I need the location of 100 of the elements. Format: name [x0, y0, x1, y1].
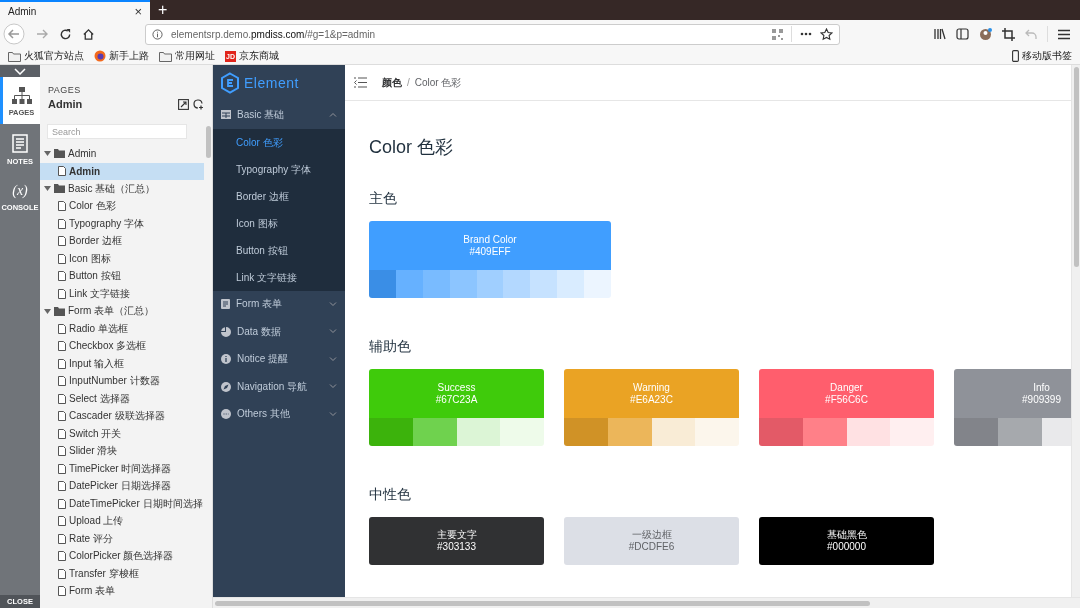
tree-item[interactable]: Transfer 穿梭框 — [40, 565, 204, 583]
page-icon — [58, 568, 66, 579]
crop-icon[interactable] — [1002, 27, 1015, 41]
menu-item[interactable]: Button 按钮 — [213, 236, 345, 264]
color-sample: 一级边框 #DCDFE6 — [564, 517, 739, 565]
scrollbar-thumb[interactable] — [205, 126, 211, 158]
menu-group[interactable]: Data 数据 — [213, 318, 345, 346]
color-sample: Warning #E6A23C — [564, 369, 739, 418]
compass-icon — [221, 381, 231, 392]
hexagon-logo-icon — [220, 72, 240, 94]
tree-item[interactable]: Cascader 级联选择器 — [40, 407, 204, 425]
tree-item[interactable]: Switch 开关 — [40, 425, 204, 443]
menu-icon[interactable] — [1058, 28, 1070, 40]
tree-item[interactable]: Button 按钮 — [40, 267, 204, 285]
tab-title: Admin — [8, 5, 38, 17]
sidebar-icon[interactable] — [956, 28, 969, 40]
tree-item[interactable]: InputNumber 计数器 — [40, 372, 204, 390]
menu-group[interactable]: Form 表单 — [213, 290, 345, 318]
page-icon — [58, 463, 66, 474]
search-field[interactable]: Search — [47, 124, 187, 139]
menu-item[interactable]: Icon 图标 — [213, 209, 345, 237]
menu-fold-icon[interactable] — [354, 77, 367, 88]
address-bar[interactable]: elementsrp.demo.pmdiss.com/#g=1&p=admin — [145, 23, 840, 45]
page-icon — [58, 358, 66, 369]
menu-item[interactable]: Border 边框 — [213, 182, 345, 210]
page-icon — [58, 586, 66, 597]
page-icon — [58, 323, 66, 334]
menu-item[interactable]: Typography 字体 — [213, 155, 345, 183]
tree-item[interactable]: Border 边框 — [40, 232, 204, 250]
tree-item[interactable]: TimePicker 时间选择器 — [40, 460, 204, 478]
menu-group[interactable]: Notice 提醒 — [213, 345, 345, 373]
tree-item[interactable]: Icon 图标 — [40, 250, 204, 268]
tree-item[interactable]: Checkbox 多选框 — [40, 337, 204, 355]
menu-group[interactable]: Basic 基础 — [213, 101, 345, 129]
account-icon[interactable] — [979, 27, 992, 41]
new-tab-button[interactable]: + — [150, 0, 176, 20]
tree-item[interactable]: Slider 滑块 — [40, 442, 204, 460]
tree-item[interactable]: DateTimePicker 日期时间选择 — [40, 495, 204, 513]
star-icon[interactable] — [820, 27, 833, 41]
collapse-button[interactable] — [0, 65, 40, 77]
element-logo[interactable]: Element — [213, 65, 345, 101]
tree-item[interactable]: Admin — [40, 162, 204, 180]
chevron-icon — [329, 356, 337, 362]
bookmark[interactable]: 火狐官方站点 — [8, 49, 84, 63]
tree-item[interactable]: Select 选择器 — [40, 390, 204, 408]
breadcrumb-item[interactable]: 颜色 — [382, 75, 402, 90]
tree-item[interactable]: Basic 基础（汇总） — [40, 180, 204, 198]
tree-item[interactable]: Admin — [40, 145, 204, 163]
menu-group[interactable]: Others 其他 — [213, 400, 345, 428]
tree-item[interactable]: Form 表单 — [40, 582, 204, 600]
page-icon — [58, 236, 66, 247]
color-sample: 基础黑色 #000000 — [759, 517, 934, 565]
folder-icon — [54, 184, 65, 194]
page-icon — [58, 516, 66, 527]
tree-item[interactable]: Color 色彩 — [40, 197, 204, 215]
mobile-bookmarks[interactable]: 移动版书签 — [1012, 49, 1072, 63]
home-icon[interactable] — [82, 27, 95, 41]
qr-code-icon[interactable] — [772, 28, 783, 40]
page-icon — [58, 253, 66, 264]
browser-tab[interactable]: Admin × — [0, 0, 150, 20]
info-icon[interactable] — [152, 28, 163, 40]
tree-item[interactable]: Link 文字链接 — [40, 285, 204, 303]
page-icon — [58, 393, 66, 404]
tree-item[interactable]: Form 表单（汇总） — [40, 302, 204, 320]
tree-item[interactable]: Input 输入框 — [40, 355, 204, 373]
info-icon — [221, 354, 231, 365]
page-title: Color 色彩 — [369, 136, 454, 159]
more-icon[interactable] — [800, 32, 812, 36]
document-icon — [221, 299, 230, 310]
reload-icon[interactable] — [59, 27, 72, 41]
tree-item[interactable]: Rate 评分 — [40, 530, 204, 548]
scrollbar-thumb[interactable] — [1073, 67, 1079, 267]
tree-item[interactable]: Radio 单选框 — [40, 320, 204, 338]
page-icon — [58, 271, 66, 282]
close-tab-button[interactable]: × — [134, 3, 142, 19]
export-icon[interactable] — [178, 99, 189, 110]
tree-item[interactable]: DatePicker 日期选择器 — [40, 477, 204, 495]
color-sample: 主要文字 #303133 — [369, 517, 544, 565]
library-icon[interactable] — [934, 28, 946, 40]
chevron-down-icon — [14, 67, 26, 75]
menu-item[interactable]: Link 文字链接 — [213, 263, 345, 291]
page-icon — [58, 446, 66, 457]
section-heading: 主色 — [369, 190, 398, 208]
menu-group[interactable]: Navigation 导航 — [213, 373, 345, 401]
add-page-icon[interactable] — [193, 99, 204, 110]
panel-heading: PAGES — [48, 85, 82, 95]
tree-item[interactable]: ColorPicker 颜色选择器 — [40, 547, 204, 565]
variable-glyph: (x) — [12, 183, 28, 199]
breadcrumb-item: Color 色彩 — [414, 75, 462, 90]
caret-icon — [44, 151, 51, 157]
tree-item[interactable]: Upload 上传 — [40, 512, 204, 530]
scrollbar-thumb[interactable] — [215, 600, 870, 606]
tree-item[interactable]: Typography 字体 — [40, 215, 204, 233]
menu-item[interactable]: Color 色彩 — [213, 128, 345, 156]
color-sample: Danger #F56C6C — [759, 369, 934, 418]
page-icon — [58, 411, 66, 422]
folder-icon — [54, 306, 65, 316]
bookmark[interactable]: 常用网址 — [159, 49, 215, 63]
page-icon — [58, 481, 66, 492]
bookmark[interactable]: 新手上路 — [94, 49, 149, 63]
